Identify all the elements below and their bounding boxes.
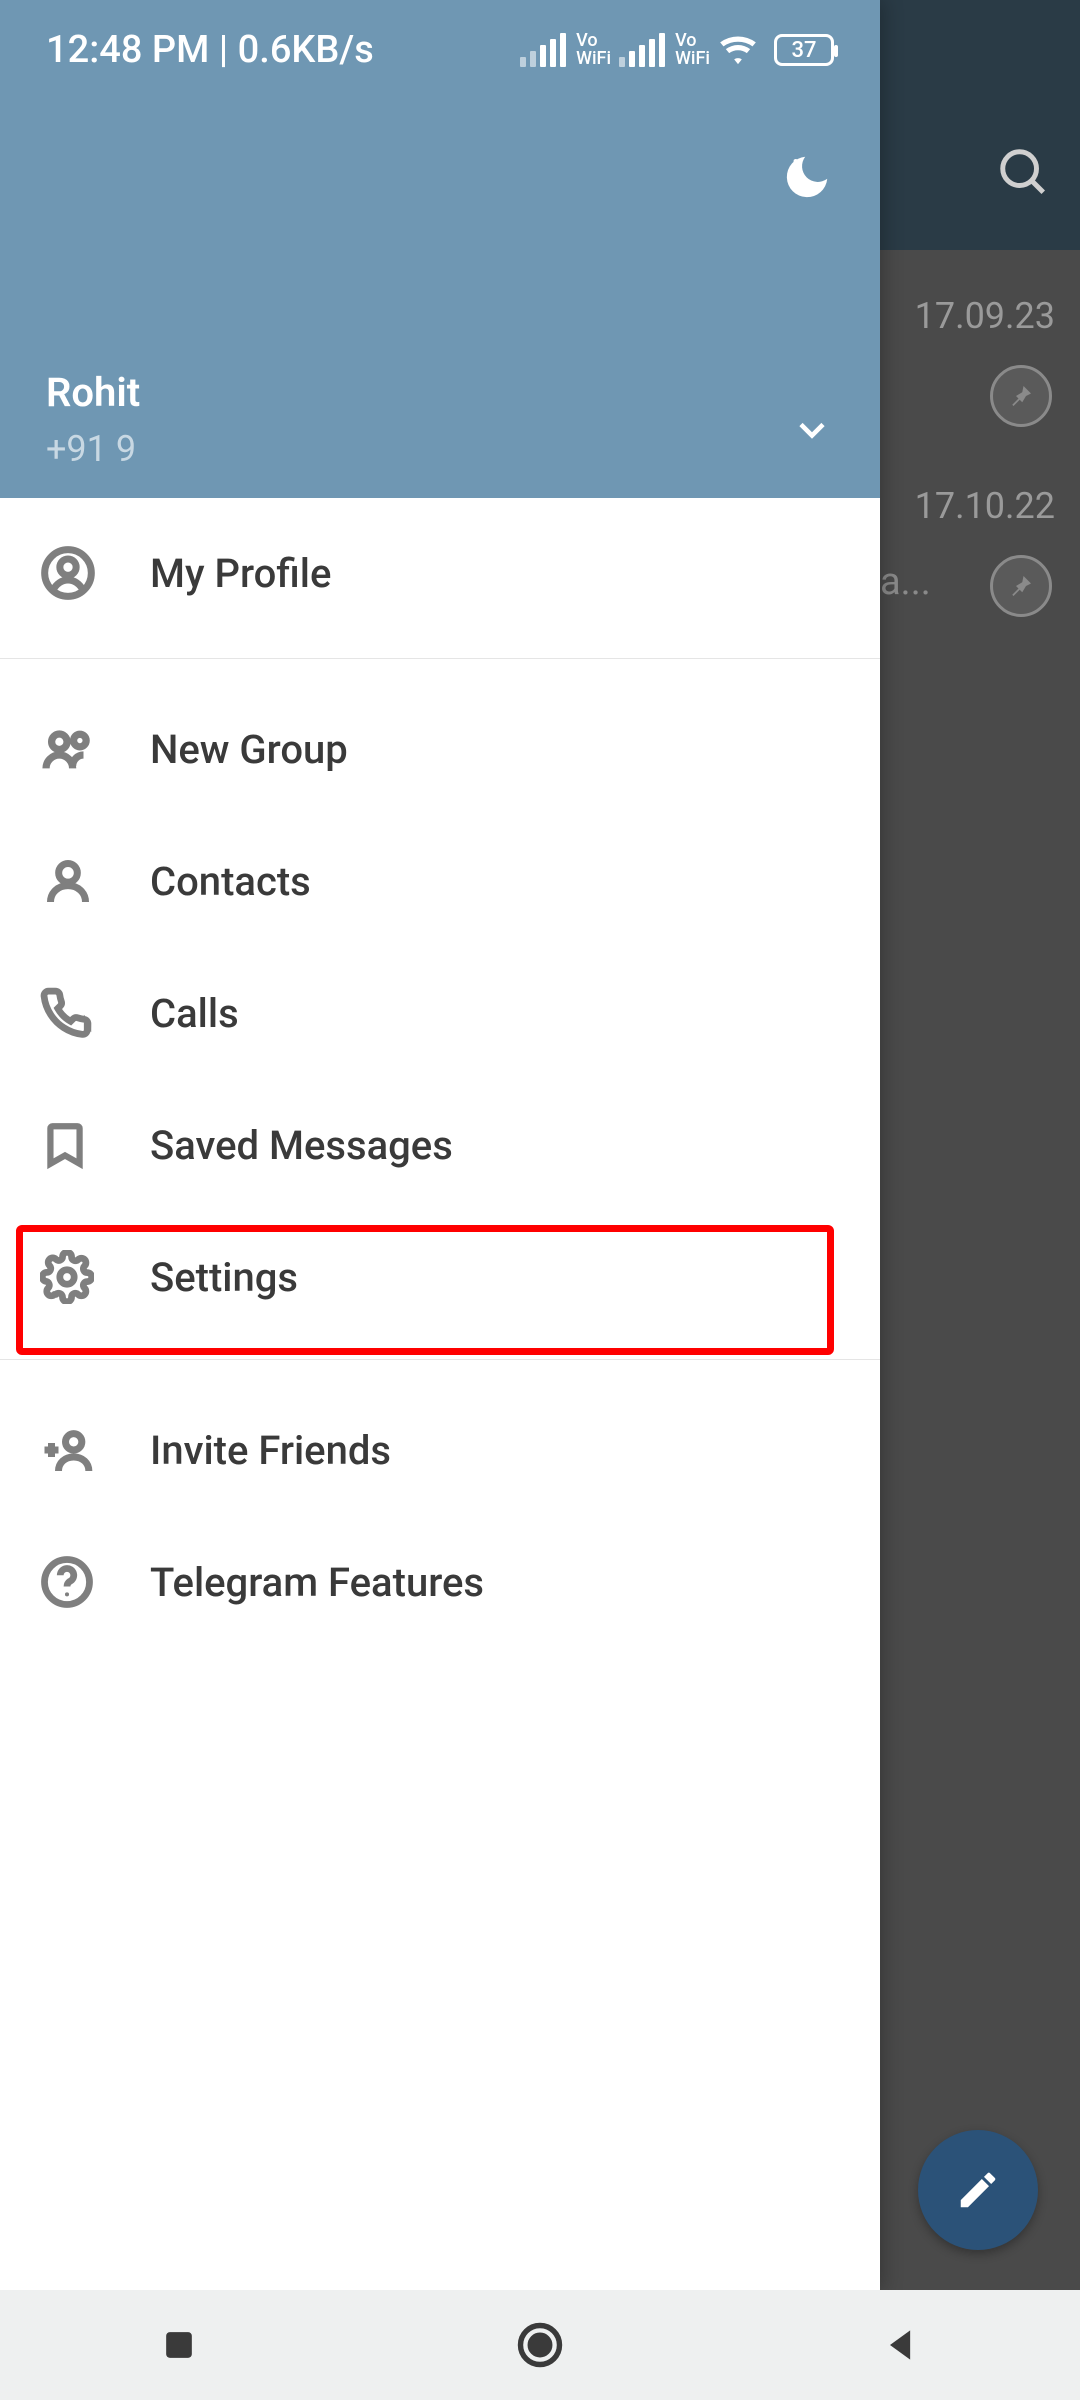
drawer-menu: My Profile New Group Contacts Calls	[0, 498, 880, 1648]
signal-icon	[619, 33, 665, 67]
divider	[0, 658, 880, 659]
chat-list-background: 17.09.23 17.10.22 a...	[880, 250, 1080, 2290]
group-icon	[40, 720, 150, 778]
drawer-header: 12:48 PM | 0.6KB/s VoWiFi VoWiF	[0, 0, 880, 498]
profile-icon	[40, 545, 150, 601]
main-app-header	[880, 0, 1080, 250]
menu-telegram-features[interactable]: Telegram Features	[0, 1516, 880, 1648]
gear-icon	[40, 1250, 150, 1304]
status-bar: 12:48 PM | 0.6KB/s VoWiFi VoWiF	[46, 0, 834, 100]
pin-icon	[990, 555, 1052, 617]
drawer-user-phone: +91 9	[46, 428, 136, 470]
status-time: 12:48 PM | 0.6KB/s	[46, 28, 374, 72]
chat-list-item[interactable]: 17.09.23	[880, 280, 1080, 470]
contacts-icon	[40, 853, 150, 909]
battery-level: 37	[791, 38, 816, 63]
divider	[0, 1359, 880, 1360]
night-mode-icon[interactable]	[780, 150, 834, 208]
vowifi-label: VoWiFi	[576, 32, 611, 68]
menu-label: My Profile	[150, 550, 331, 597]
menu-calls[interactable]: Calls	[0, 947, 880, 1079]
battery-icon: 37	[774, 34, 834, 66]
help-icon	[40, 1555, 150, 1609]
menu-label: Calls	[150, 990, 239, 1037]
nav-back-button[interactable]	[879, 2323, 923, 2367]
menu-contacts[interactable]: Contacts	[0, 815, 880, 947]
menu-new-group[interactable]: New Group	[0, 683, 880, 815]
menu-saved-messages[interactable]: Saved Messages	[0, 1079, 880, 1211]
compose-fab[interactable]	[918, 2130, 1038, 2250]
drawer-user-name: Rohit	[46, 369, 140, 416]
menu-label: Saved Messages	[150, 1122, 453, 1169]
menu-label: Telegram Features	[150, 1559, 484, 1606]
status-right: VoWiFi VoWiFi 37	[520, 32, 834, 68]
navigation-drawer: 12:48 PM | 0.6KB/s VoWiFi VoWiF	[0, 0, 880, 2290]
chat-snippet: a...	[880, 560, 931, 604]
menu-label: Settings	[150, 1254, 298, 1301]
menu-my-profile[interactable]: My Profile	[0, 498, 880, 648]
pin-icon	[990, 365, 1052, 427]
chat-date: 17.09.23	[915, 295, 1055, 337]
menu-label: Contacts	[150, 858, 311, 905]
chat-list-item[interactable]: 17.10.22 a...	[880, 470, 1080, 660]
wifi-icon	[718, 33, 758, 67]
chat-date: 17.10.22	[915, 485, 1055, 527]
search-icon[interactable]	[996, 145, 1050, 203]
menu-settings[interactable]: Settings	[0, 1211, 880, 1343]
phone-icon	[40, 986, 150, 1040]
menu-invite-friends[interactable]: Invite Friends	[0, 1384, 880, 1516]
vowifi-label: VoWiFi	[675, 32, 710, 68]
nav-recent-button[interactable]	[157, 2323, 201, 2367]
menu-label: New Group	[150, 726, 348, 773]
nav-home-button[interactable]	[514, 2319, 566, 2371]
bookmark-icon	[40, 1118, 150, 1172]
invite-icon	[40, 1422, 150, 1478]
menu-label: Invite Friends	[150, 1427, 391, 1474]
signal-icon	[520, 33, 566, 67]
system-nav-bar	[0, 2290, 1080, 2400]
account-chevron-icon[interactable]	[790, 408, 834, 456]
